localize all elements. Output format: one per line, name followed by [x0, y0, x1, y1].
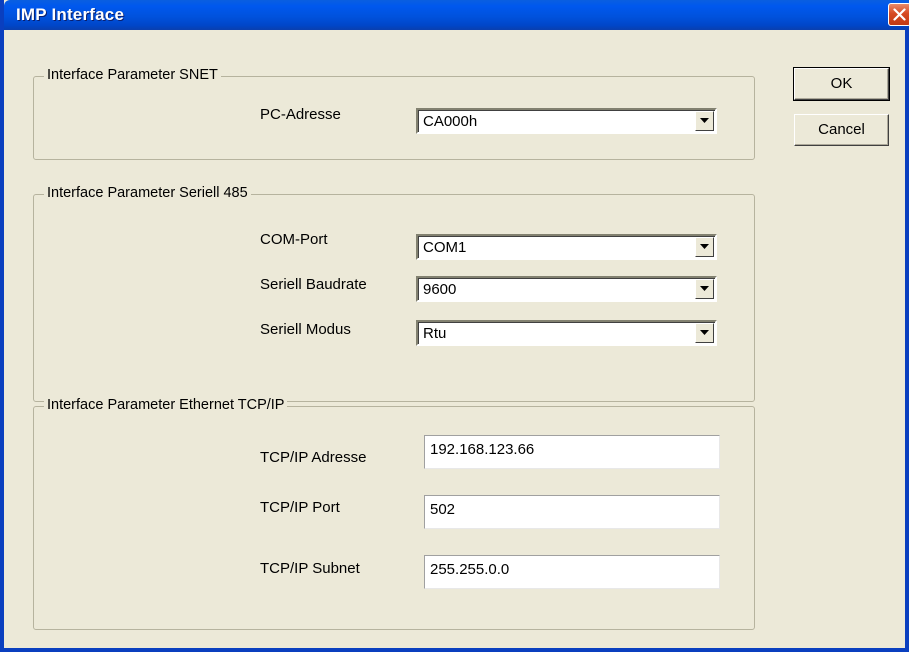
tcpip-port-value: 502	[430, 501, 456, 518]
chevron-down-icon	[700, 330, 709, 335]
window-title: IMP Interface	[16, 5, 125, 24]
tcpip-address-label: TCP/IP Adresse	[260, 449, 367, 466]
group-snet-caption: Interface Parameter SNET	[44, 67, 221, 83]
mode-combo[interactable]: Rtu	[416, 320, 717, 346]
baudrate-combo[interactable]: 9600	[416, 276, 717, 302]
dialog-body: OK Cancel Interface Parameter SNET PC-Ad…	[4, 30, 905, 648]
baudrate-dropdown-button[interactable]	[695, 279, 714, 299]
tcpip-port-input[interactable]: 502	[424, 495, 720, 529]
tcpip-address-input[interactable]: 192.168.123.66	[424, 435, 720, 469]
com-port-value: COM1	[423, 239, 467, 256]
mode-label: Seriell Modus	[260, 321, 351, 338]
tcpip-subnet-value: 255.255.0.0	[430, 561, 510, 578]
group-ethernet: Interface Parameter Ethernet TCP/IP TCP/…	[33, 397, 755, 630]
pc-address-label: PC-Adresse	[260, 106, 341, 123]
chevron-down-icon	[700, 118, 709, 123]
cancel-button[interactable]: Cancel	[794, 114, 889, 146]
com-port-combo[interactable]: COM1	[416, 234, 717, 260]
tcpip-address-value: 192.168.123.66	[430, 441, 535, 458]
group-ethernet-caption: Interface Parameter Ethernet TCP/IP	[44, 397, 288, 413]
close-button[interactable]	[888, 3, 909, 26]
chevron-down-icon	[700, 244, 709, 249]
com-port-dropdown-button[interactable]	[695, 237, 714, 257]
tcpip-subnet-label: TCP/IP Subnet	[260, 560, 360, 577]
chevron-down-icon	[700, 286, 709, 291]
dialog-window: IMP Interface OK Cancel Interface Parame…	[0, 0, 909, 652]
ok-button[interactable]: OK	[793, 67, 890, 101]
com-port-label: COM-Port	[260, 231, 328, 248]
group-serial-caption: Interface Parameter Seriell 485	[44, 185, 251, 201]
mode-dropdown-button[interactable]	[695, 323, 714, 343]
mode-value: Rtu	[423, 325, 447, 342]
tcpip-subnet-input[interactable]: 255.255.0.0	[424, 555, 720, 589]
baudrate-label: Seriell Baudrate	[260, 276, 367, 293]
tcpip-port-label: TCP/IP Port	[260, 499, 340, 516]
baudrate-value: 9600	[423, 281, 457, 298]
group-serial: Interface Parameter Seriell 485 COM-Port…	[33, 185, 755, 402]
pc-address-combo[interactable]: CA000h	[416, 108, 717, 134]
group-snet: Interface Parameter SNET PC-Adresse CA00…	[33, 67, 755, 160]
pc-address-value: CA000h	[423, 113, 478, 130]
title-bar[interactable]: IMP Interface	[4, 0, 909, 30]
pc-address-dropdown-button[interactable]	[695, 111, 714, 131]
close-icon	[893, 8, 906, 21]
